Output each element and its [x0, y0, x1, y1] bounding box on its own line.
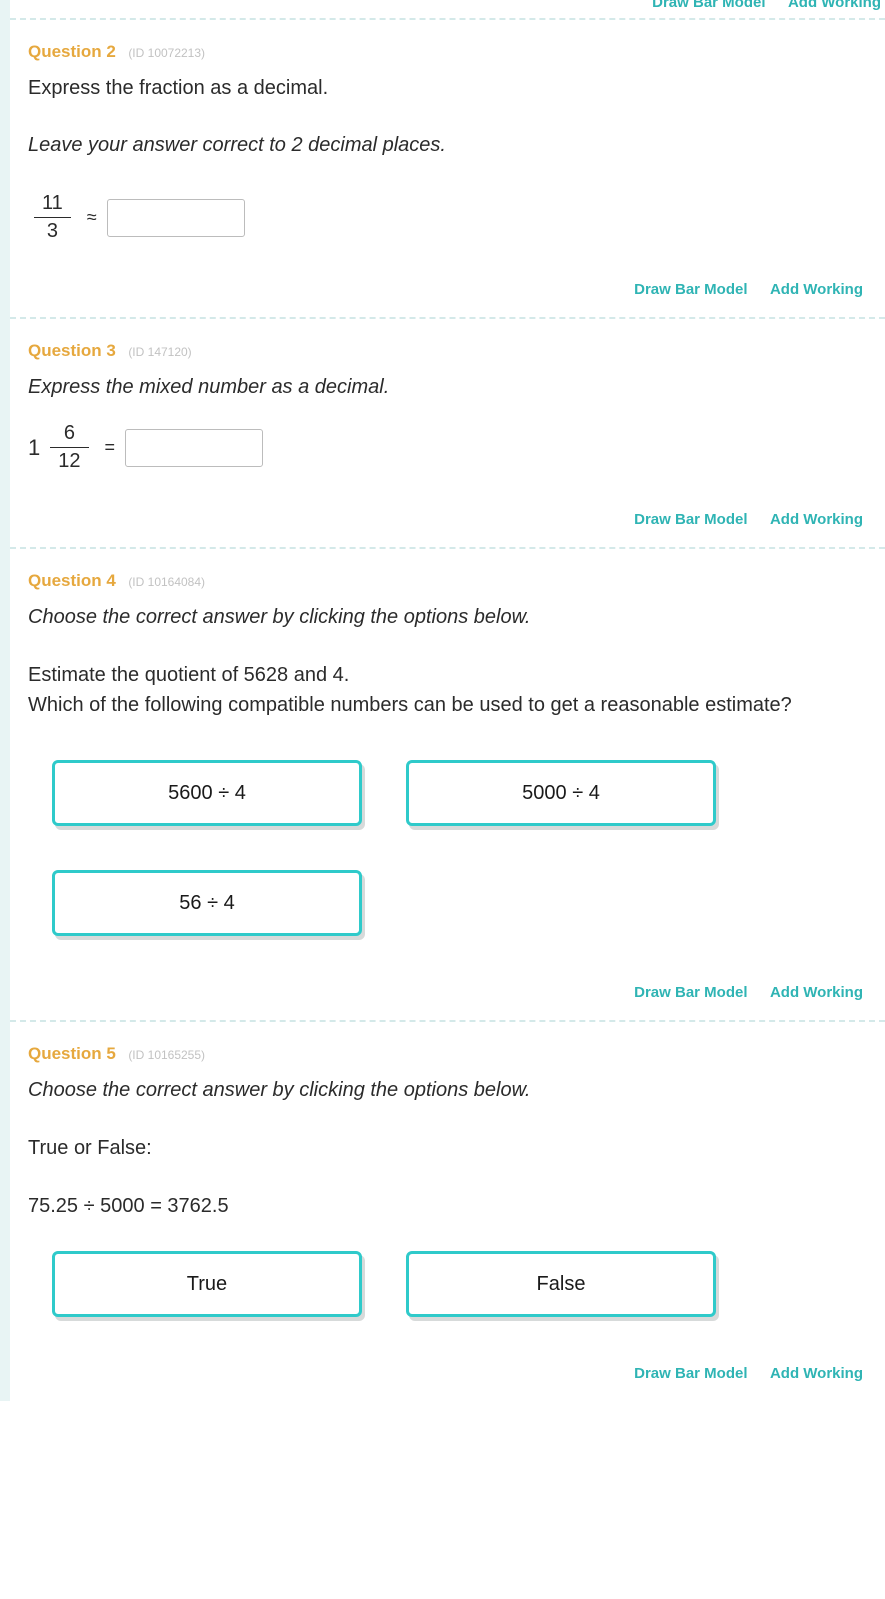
answer-input-q3[interactable] [125, 429, 263, 467]
question-4-header: Question 4 (ID 10164084) [28, 571, 867, 591]
question-4: Question 4 (ID 10164084) Choose the corr… [10, 547, 885, 1020]
question-5-header: Question 5 (ID 10165255) [28, 1044, 867, 1064]
question-5-options: True False [52, 1251, 867, 1317]
add-working-link[interactable]: Add Working [770, 984, 863, 1001]
fraction-numerator: 11 [34, 190, 71, 217]
fraction-numerator: 6 [56, 420, 83, 447]
draw-bar-model-link[interactable]: Draw Bar Model [634, 281, 747, 298]
question-5-line1: True or False: [28, 1133, 867, 1163]
draw-bar-model-link[interactable]: Draw Bar Model [634, 1365, 747, 1382]
add-working-link[interactable]: Add Working [770, 1365, 863, 1382]
mixed-whole: 1 [28, 435, 40, 461]
fraction-denominator: 12 [50, 448, 88, 475]
option-button-3[interactable]: 56 ÷ 4 [52, 870, 362, 936]
add-working-link[interactable]: Add Working [770, 511, 863, 528]
question-2-id: (ID 10072213) [128, 46, 205, 60]
question-3-title: Question 3 [28, 341, 116, 360]
draw-bar-model-link[interactable]: Draw Bar Model [652, 0, 765, 11]
question-2-equation: 11 3 ≈ [28, 190, 867, 245]
left-sidebar [0, 0, 10, 1401]
question-5-actions: Draw Bar Model Add Working [28, 1365, 867, 1383]
question-4-line2: Which of the following compatible number… [28, 690, 867, 720]
question-4-title: Question 4 [28, 571, 116, 590]
question-3: Question 3 (ID 147120) Express the mixed… [10, 317, 885, 547]
question-5-line2: 75.25 ÷ 5000 = 3762.5 [28, 1191, 867, 1221]
option-button-true[interactable]: True [52, 1251, 362, 1317]
question-2-sub: Leave your answer correct to 2 decimal p… [28, 131, 867, 160]
question-4-options: 5600 ÷ 4 5000 ÷ 4 56 ÷ 4 [52, 760, 867, 936]
option-button-1[interactable]: 5600 ÷ 4 [52, 760, 362, 826]
question-4-actions: Draw Bar Model Add Working [28, 984, 867, 1002]
fraction-denominator: 3 [39, 218, 66, 245]
question-4-line1: Estimate the quotient of 5628 and 4. [28, 660, 867, 690]
add-working-link[interactable]: Add Working [770, 281, 863, 298]
question-5-body: True or False: 75.25 ÷ 5000 = 3762.5 [28, 1133, 867, 1221]
question-3-id: (ID 147120) [128, 345, 191, 359]
option-button-false[interactable]: False [406, 1251, 716, 1317]
draw-bar-model-link[interactable]: Draw Bar Model [634, 511, 747, 528]
add-working-link[interactable]: Add Working [788, 0, 881, 11]
question-5-prompt: Choose the correct answer by clicking th… [28, 1076, 867, 1105]
question-4-prompt: Choose the correct answer by clicking th… [28, 603, 867, 632]
question-2-title: Question 2 [28, 42, 116, 61]
question-5-id: (ID 10165255) [128, 1048, 205, 1062]
draw-bar-model-link[interactable]: Draw Bar Model [634, 984, 747, 1001]
approx-symbol: ≈ [87, 207, 97, 228]
question-2: Question 2 (ID 10072213) Express the fra… [10, 18, 885, 317]
fraction-display: 11 3 [34, 190, 71, 245]
question-4-id: (ID 10164084) [128, 575, 205, 589]
top-actions-row: Draw Bar Model Add Working [10, 0, 885, 18]
question-3-actions: Draw Bar Model Add Working [28, 511, 867, 529]
question-3-equation: 1 6 12 = [28, 420, 867, 475]
option-button-2[interactable]: 5000 ÷ 4 [406, 760, 716, 826]
question-3-prompt: Express the mixed number as a decimal. [28, 373, 867, 402]
question-2-prompt: Express the fraction as a decimal. [28, 74, 867, 103]
content-area: Draw Bar Model Add Working Question 2 (I… [10, 0, 885, 1401]
question-2-actions: Draw Bar Model Add Working [28, 281, 867, 299]
question-5-title: Question 5 [28, 1044, 116, 1063]
question-2-header: Question 2 (ID 10072213) [28, 42, 867, 62]
fraction-display: 6 12 [50, 420, 88, 475]
equals-symbol: = [105, 437, 116, 458]
answer-input-q2[interactable] [107, 199, 245, 237]
question-4-body: Estimate the quotient of 5628 and 4. Whi… [28, 660, 867, 720]
question-3-header: Question 3 (ID 147120) [28, 341, 867, 361]
question-5: Question 5 (ID 10165255) Choose the corr… [10, 1020, 885, 1401]
